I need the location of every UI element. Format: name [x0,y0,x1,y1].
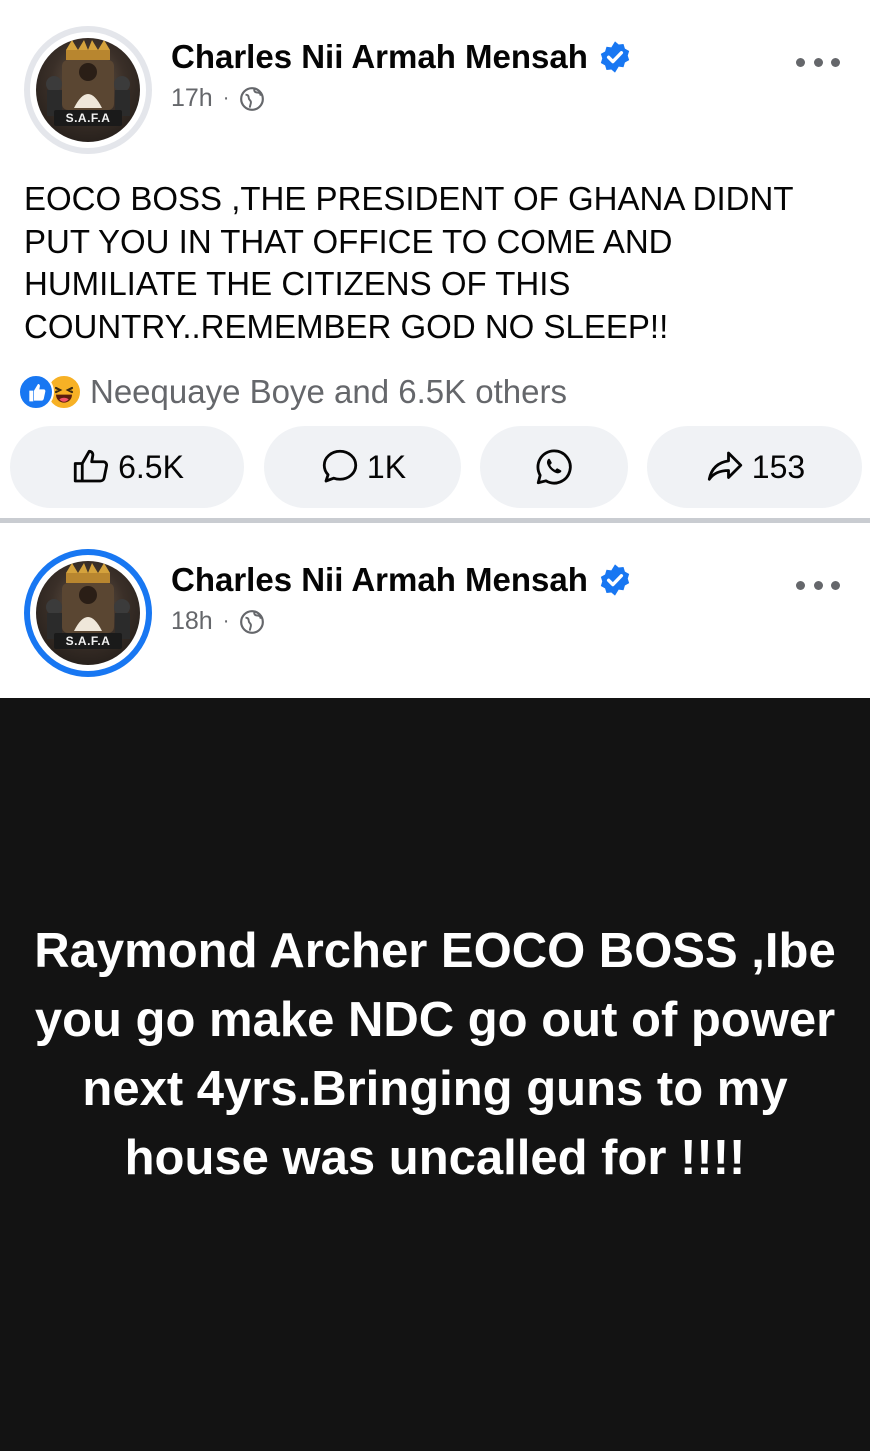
author-name[interactable]: Charles Nii Armah Mensah [171,38,632,76]
more-dot [796,580,805,590]
post-header: S.A.F.A Charles Nii Armah Mensah 17h · [0,0,870,154]
globe-icon [240,86,265,111]
share-count: 153 [751,448,806,485]
share-icon [707,451,742,481]
globe-icon [240,609,265,634]
avatar[interactable]: S.A.F.A [24,549,152,677]
thumbs-up-icon [73,449,109,483]
meta-separator: · [222,87,230,109]
avatar-figure-icon [46,563,130,639]
comment-icon [322,449,358,483]
verified-badge-icon [600,564,630,596]
avatar-label: S.A.F.A [54,110,122,126]
meta-separator: · [222,610,230,632]
avatar[interactable]: S.A.F.A [24,26,152,154]
post-meta: 17h · [171,84,265,113]
reactions-summary[interactable]: Neequaye Boye and 6.5K others [18,372,567,412]
avatar-label: S.A.F.A [54,633,122,649]
author-name-text: Charles Nii Armah Mensah [171,561,588,598]
post-meta: 18h · [171,607,265,636]
more-dot [796,57,805,67]
comment-button[interactable]: 1K [264,426,461,508]
post-header: S.A.F.A Charles Nii Armah Mensah 18h · [0,523,870,677]
like-count: 6.5K [118,448,184,485]
post-card: S.A.F.A Charles Nii Armah Mensah 17h · E… [0,0,870,520]
post-time[interactable]: 17h [171,84,213,113]
author-name-text: Charles Nii Armah Mensah [171,38,588,75]
post-actions: 6.5K 1K 153 [10,426,862,508]
more-dot [831,580,840,590]
more-options-icon[interactable] [796,50,840,74]
like-reaction-icon [18,374,54,410]
post-text: EOCO BOSS ,THE PRESIDENT OF GHANA DIDNT … [24,180,793,345]
post-card: S.A.F.A Charles Nii Armah Mensah 18h · R… [0,523,870,1451]
avatar-image: S.A.F.A [36,38,140,142]
comment-count: 1K [366,448,407,485]
reactions-text: Neequaye Boye and 6.5K others [90,373,568,410]
whatsapp-share-button[interactable] [480,426,628,508]
like-button[interactable]: 6.5K [10,426,244,508]
more-dot [813,57,823,67]
image-post-text: Raymond Archer EOCO BOSS ,Ibe you go mak… [34,923,836,1185]
avatar-image: S.A.F.A [36,561,140,665]
more-options-icon[interactable] [796,573,840,597]
more-dot [831,57,840,67]
verified-badge-icon [600,41,630,73]
whatsapp-icon [536,449,572,485]
text-post-image[interactable]: Raymond Archer EOCO BOSS ,Ibe you go mak… [0,698,870,1451]
avatar-figure-icon [46,40,130,116]
post-time[interactable]: 18h [171,607,213,636]
more-dot [813,580,823,590]
share-button[interactable]: 153 [647,426,862,508]
author-name[interactable]: Charles Nii Armah Mensah [171,561,632,599]
